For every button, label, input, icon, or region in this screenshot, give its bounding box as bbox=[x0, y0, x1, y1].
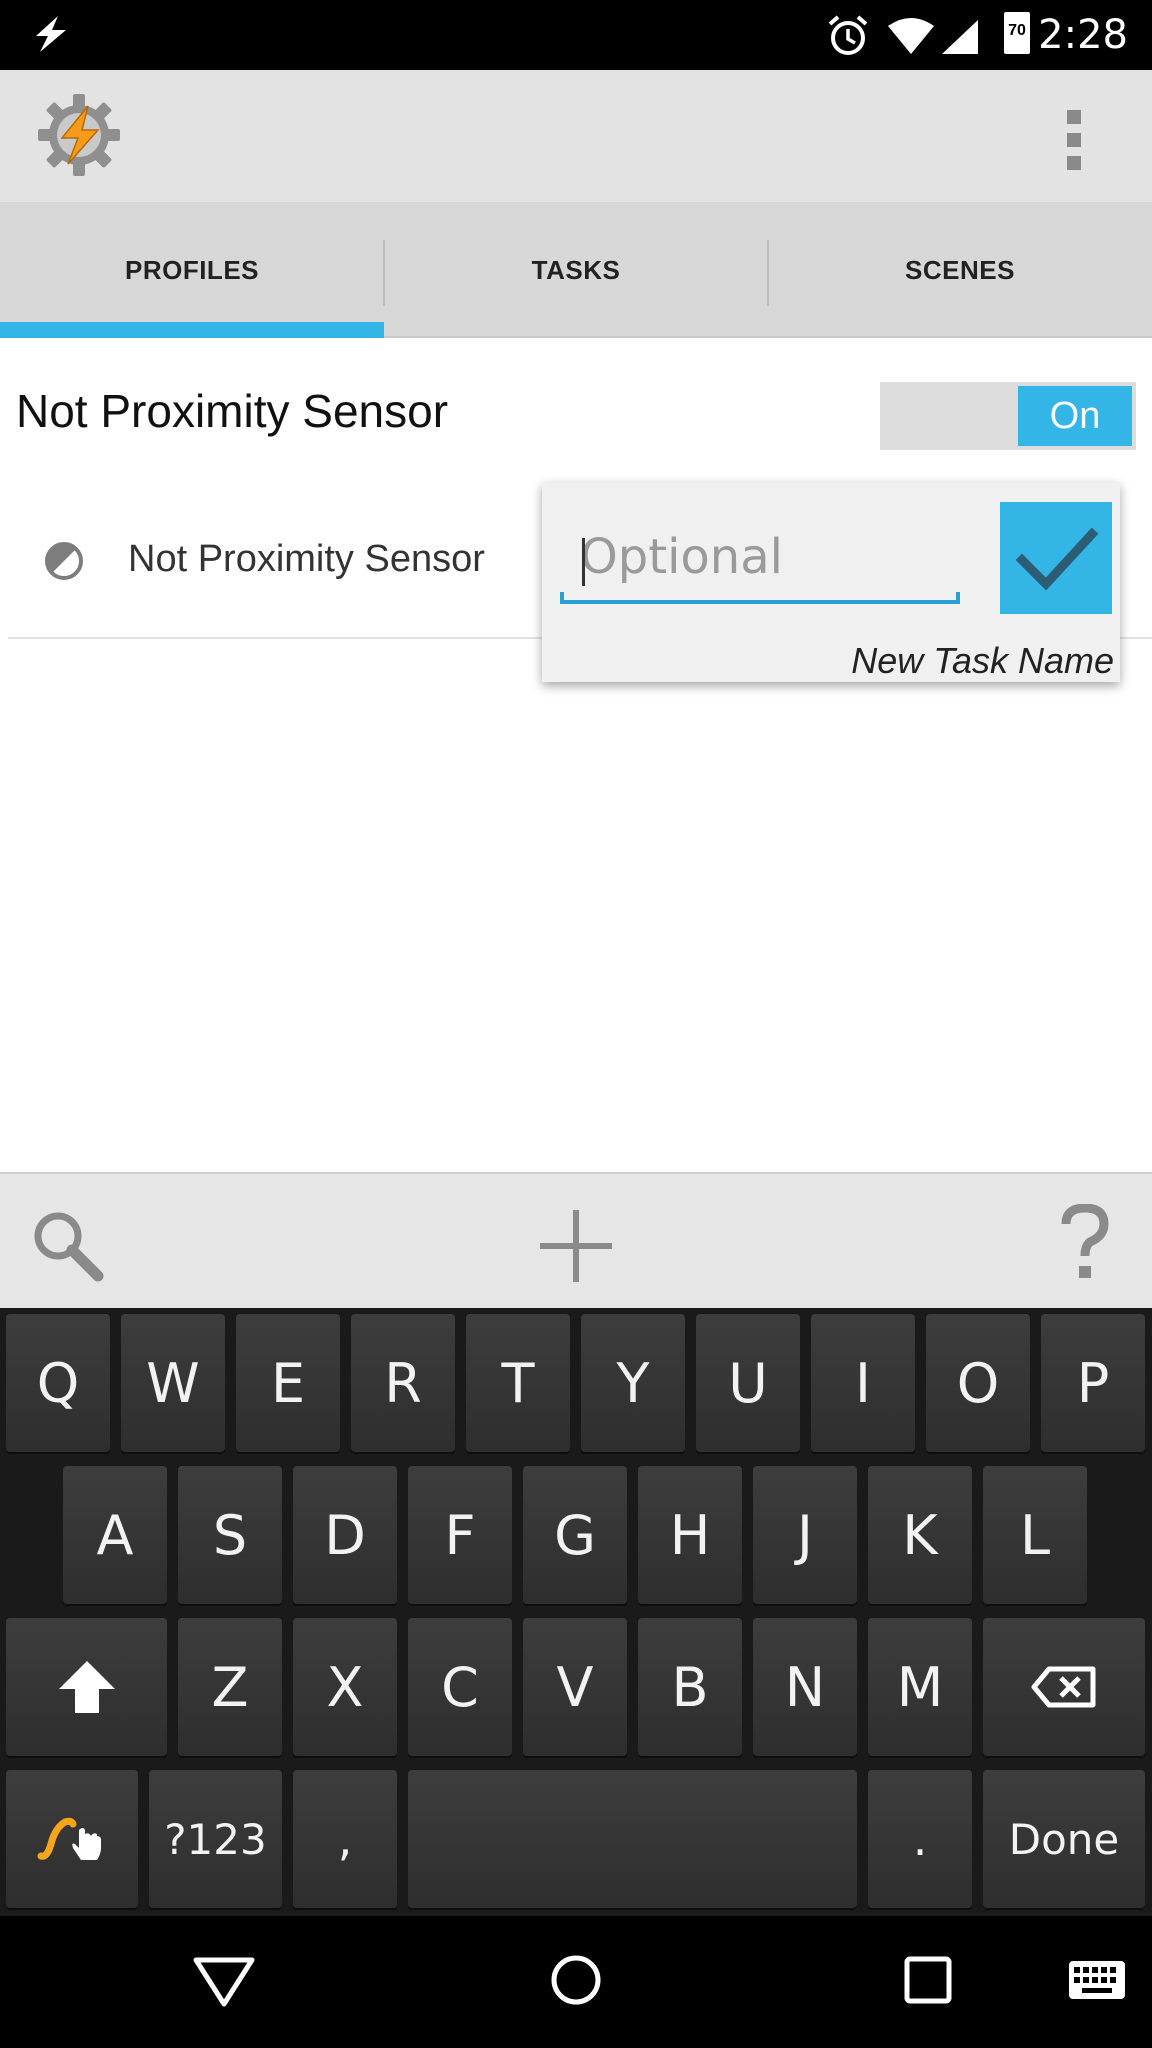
tab-bar: PROFILES TASKS SCENES bbox=[0, 202, 1152, 338]
key-p[interactable]: P bbox=[1041, 1314, 1145, 1452]
cell-signal-icon bbox=[942, 20, 978, 54]
overflow-menu-icon[interactable] bbox=[1064, 110, 1084, 170]
tab-label: TASKS bbox=[531, 254, 621, 285]
key-f[interactable]: F bbox=[408, 1466, 512, 1604]
comma-key[interactable]: , bbox=[293, 1770, 397, 1908]
key-u[interactable]: U bbox=[696, 1314, 800, 1452]
context-label[interactable]: Not Proximity Sensor bbox=[128, 538, 485, 581]
new-task-popup: New Task Name bbox=[542, 482, 1120, 682]
home-icon[interactable] bbox=[550, 1954, 602, 2006]
new-task-caption: New Task Name bbox=[851, 640, 1114, 681]
proximity-sensor-icon bbox=[45, 542, 83, 580]
symbols-key[interactable]: ?123 bbox=[149, 1770, 282, 1908]
key-q[interactable]: Q bbox=[6, 1314, 110, 1452]
navigation-bar bbox=[0, 1916, 1152, 2048]
wifi-icon bbox=[888, 18, 934, 54]
profile-title[interactable]: Not Proximity Sensor bbox=[16, 384, 448, 438]
clock: 2:28 bbox=[1038, 12, 1128, 58]
key-l[interactable]: L bbox=[983, 1466, 1087, 1604]
key-w[interactable]: W bbox=[121, 1314, 225, 1452]
tab-label: SCENES bbox=[905, 254, 1015, 285]
key-k[interactable]: K bbox=[868, 1466, 972, 1604]
key-v[interactable]: V bbox=[523, 1618, 627, 1756]
status-bar: 70 2:28 bbox=[0, 0, 1152, 70]
key-y[interactable]: Y bbox=[581, 1314, 685, 1452]
help-icon[interactable] bbox=[1060, 1204, 1110, 1284]
key-j[interactable]: J bbox=[753, 1466, 857, 1604]
plus-icon[interactable] bbox=[536, 1206, 616, 1286]
key-b[interactable]: B bbox=[638, 1618, 742, 1756]
tab-profiles[interactable]: PROFILES bbox=[0, 202, 384, 338]
checkmark-icon bbox=[1015, 527, 1099, 591]
swype-hand-icon bbox=[37, 1817, 101, 1860]
key-i[interactable]: I bbox=[811, 1314, 915, 1452]
recents-icon[interactable] bbox=[904, 1956, 952, 2004]
backspace-icon bbox=[1031, 1666, 1096, 1708]
battery-level: 70 bbox=[1008, 22, 1026, 39]
key-o[interactable]: O bbox=[926, 1314, 1030, 1452]
key-h[interactable]: H bbox=[638, 1466, 742, 1604]
key-m[interactable]: M bbox=[868, 1618, 972, 1756]
tasker-gear-icon[interactable] bbox=[36, 92, 122, 178]
shift-key[interactable] bbox=[6, 1618, 167, 1756]
input-underline bbox=[560, 592, 960, 604]
tab-indicator bbox=[0, 322, 384, 338]
swype-key[interactable] bbox=[6, 1770, 138, 1908]
period-key[interactable]: . bbox=[868, 1770, 972, 1908]
profile-toggle[interactable]: On bbox=[880, 382, 1136, 450]
key-g[interactable]: G bbox=[523, 1466, 627, 1604]
backspace-key[interactable] bbox=[983, 1618, 1145, 1756]
key-e[interactable]: E bbox=[236, 1314, 340, 1452]
key-c[interactable]: C bbox=[408, 1618, 512, 1756]
key-x[interactable]: X bbox=[293, 1618, 397, 1756]
tab-label: PROFILES bbox=[124, 254, 259, 285]
shift-icon bbox=[58, 1661, 115, 1713]
toggle-knob: On bbox=[1018, 386, 1132, 446]
battery-icon: 70 bbox=[1004, 12, 1030, 54]
tab-tasks[interactable]: TASKS bbox=[384, 202, 768, 338]
key-a[interactable]: A bbox=[63, 1466, 167, 1604]
tasker-bolt-icon bbox=[36, 16, 66, 52]
key-s[interactable]: S bbox=[178, 1466, 282, 1604]
keyboard-icon[interactable] bbox=[1068, 1960, 1126, 2000]
soft-keyboard: Q W E R T Y U I O P A S D F G H J K L Z … bbox=[0, 1308, 1152, 1916]
key-d[interactable]: D bbox=[293, 1466, 397, 1604]
done-key[interactable]: Done bbox=[983, 1770, 1145, 1908]
key-n[interactable]: N bbox=[753, 1618, 857, 1756]
space-key[interactable] bbox=[408, 1770, 857, 1908]
key-z[interactable]: Z bbox=[178, 1618, 282, 1756]
key-r[interactable]: R bbox=[351, 1314, 455, 1452]
key-t[interactable]: T bbox=[466, 1314, 570, 1452]
search-icon[interactable] bbox=[30, 1208, 106, 1284]
tab-scenes[interactable]: SCENES bbox=[768, 202, 1152, 338]
bottom-toolbar bbox=[0, 1172, 1152, 1308]
text-caret bbox=[582, 538, 585, 586]
alarm-icon bbox=[828, 15, 868, 55]
back-icon[interactable] bbox=[192, 1956, 256, 2008]
task-name-input[interactable] bbox=[560, 522, 942, 592]
app-bar bbox=[0, 70, 1152, 202]
confirm-button[interactable] bbox=[1000, 502, 1112, 614]
